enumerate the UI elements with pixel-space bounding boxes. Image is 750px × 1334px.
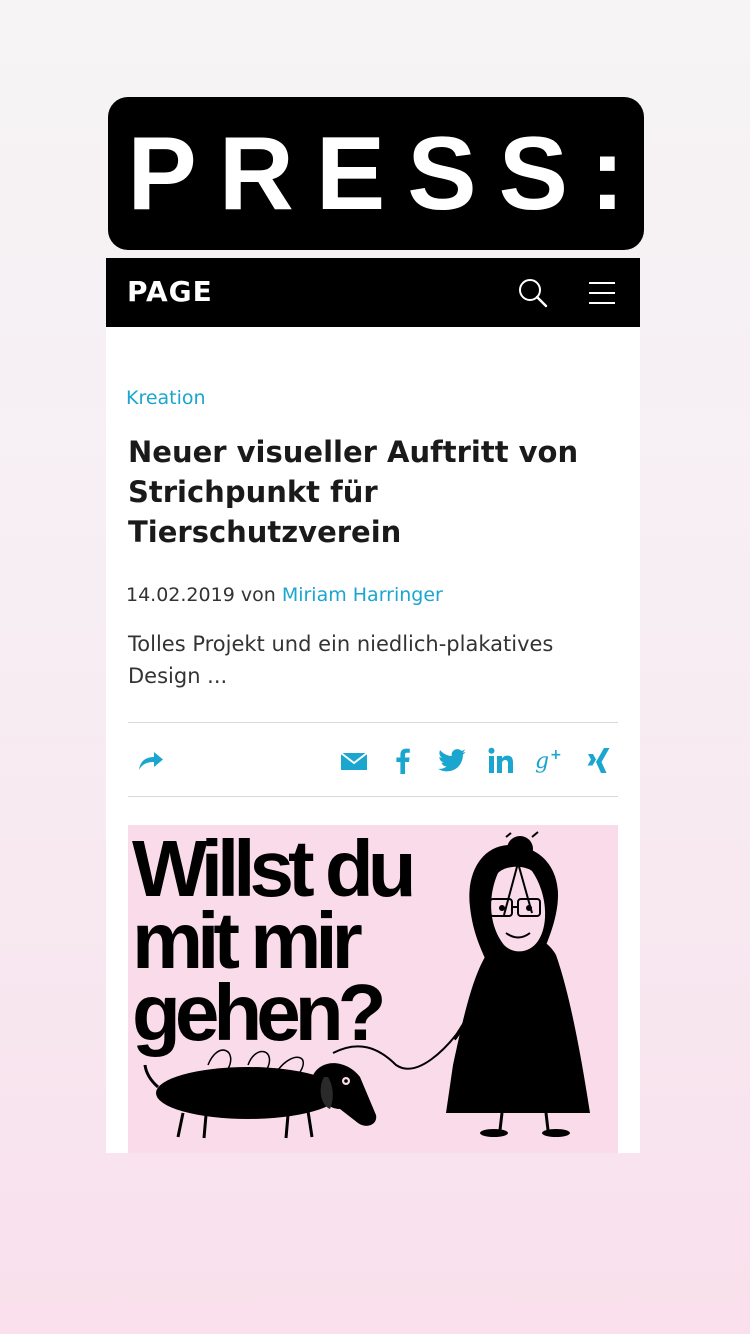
- press-title: PRESS:: [127, 115, 647, 232]
- by-label: von: [240, 584, 276, 606]
- twitter-icon[interactable]: [437, 746, 467, 776]
- menu-icon[interactable]: [586, 277, 618, 309]
- share-arrow-icon[interactable]: [136, 746, 166, 776]
- article-date: 14.02.2019: [126, 584, 235, 606]
- linkedin-icon[interactable]: [486, 746, 516, 776]
- site-header: PAGE: [106, 258, 640, 327]
- press-banner: PRESS:: [108, 97, 644, 250]
- article-image[interactable]: Willst du mit mir gehen?: [128, 825, 618, 1153]
- author-link[interactable]: Miriam Harringer: [282, 584, 443, 606]
- dog-and-woman-illustration: [143, 831, 590, 1139]
- svg-text:+: +: [550, 747, 562, 763]
- page-logo[interactable]: PAGE: [127, 276, 213, 308]
- article-meta: 14.02.2019 von Miriam Harringer: [126, 584, 443, 606]
- article-title[interactable]: Neuer visueller Auftritt von Strichpunkt…: [128, 432, 608, 552]
- article-teaser: Tolles Projekt und ein niedlich-plakativ…: [128, 632, 554, 688]
- mail-icon[interactable]: [339, 746, 369, 776]
- facebook-icon[interactable]: [388, 746, 418, 776]
- search-icon[interactable]: [517, 277, 549, 309]
- google-plus-icon[interactable]: g +: [535, 746, 565, 776]
- share-bar: g +: [128, 722, 618, 797]
- xing-icon[interactable]: [584, 746, 614, 776]
- article-card: PAGE Kreation Neuer visueller Auftritt v…: [106, 258, 640, 1153]
- category-link[interactable]: Kreation: [126, 387, 206, 409]
- svg-text:g: g: [535, 749, 549, 774]
